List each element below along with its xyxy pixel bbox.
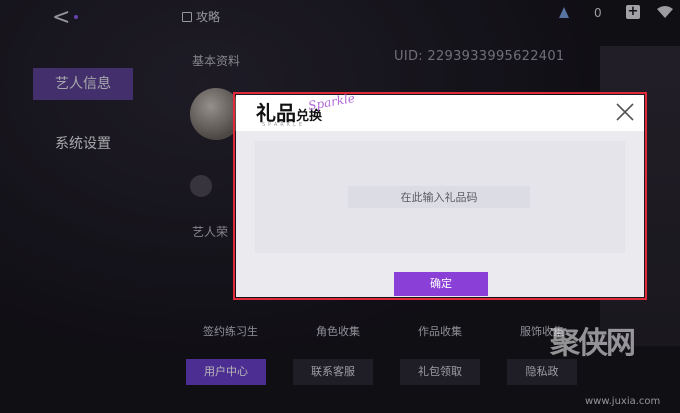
close-icon[interactable] bbox=[614, 101, 636, 123]
gift-code-dialog: 礼品兑换 Sparkle SPARKLE 确定 bbox=[236, 91, 644, 297]
watermark-logo: 聚侠网 bbox=[550, 326, 636, 361]
dialog-header: 礼品兑换 Sparkle SPARKLE bbox=[236, 91, 644, 131]
watermark-url: www.juxia.com bbox=[585, 396, 661, 407]
dialog-subtitle: SPARKLE bbox=[262, 122, 305, 128]
confirm-button[interactable]: 确定 bbox=[394, 272, 488, 296]
dialog-script-logo: Sparkle bbox=[307, 91, 356, 113]
gift-code-input[interactable] bbox=[348, 186, 530, 208]
